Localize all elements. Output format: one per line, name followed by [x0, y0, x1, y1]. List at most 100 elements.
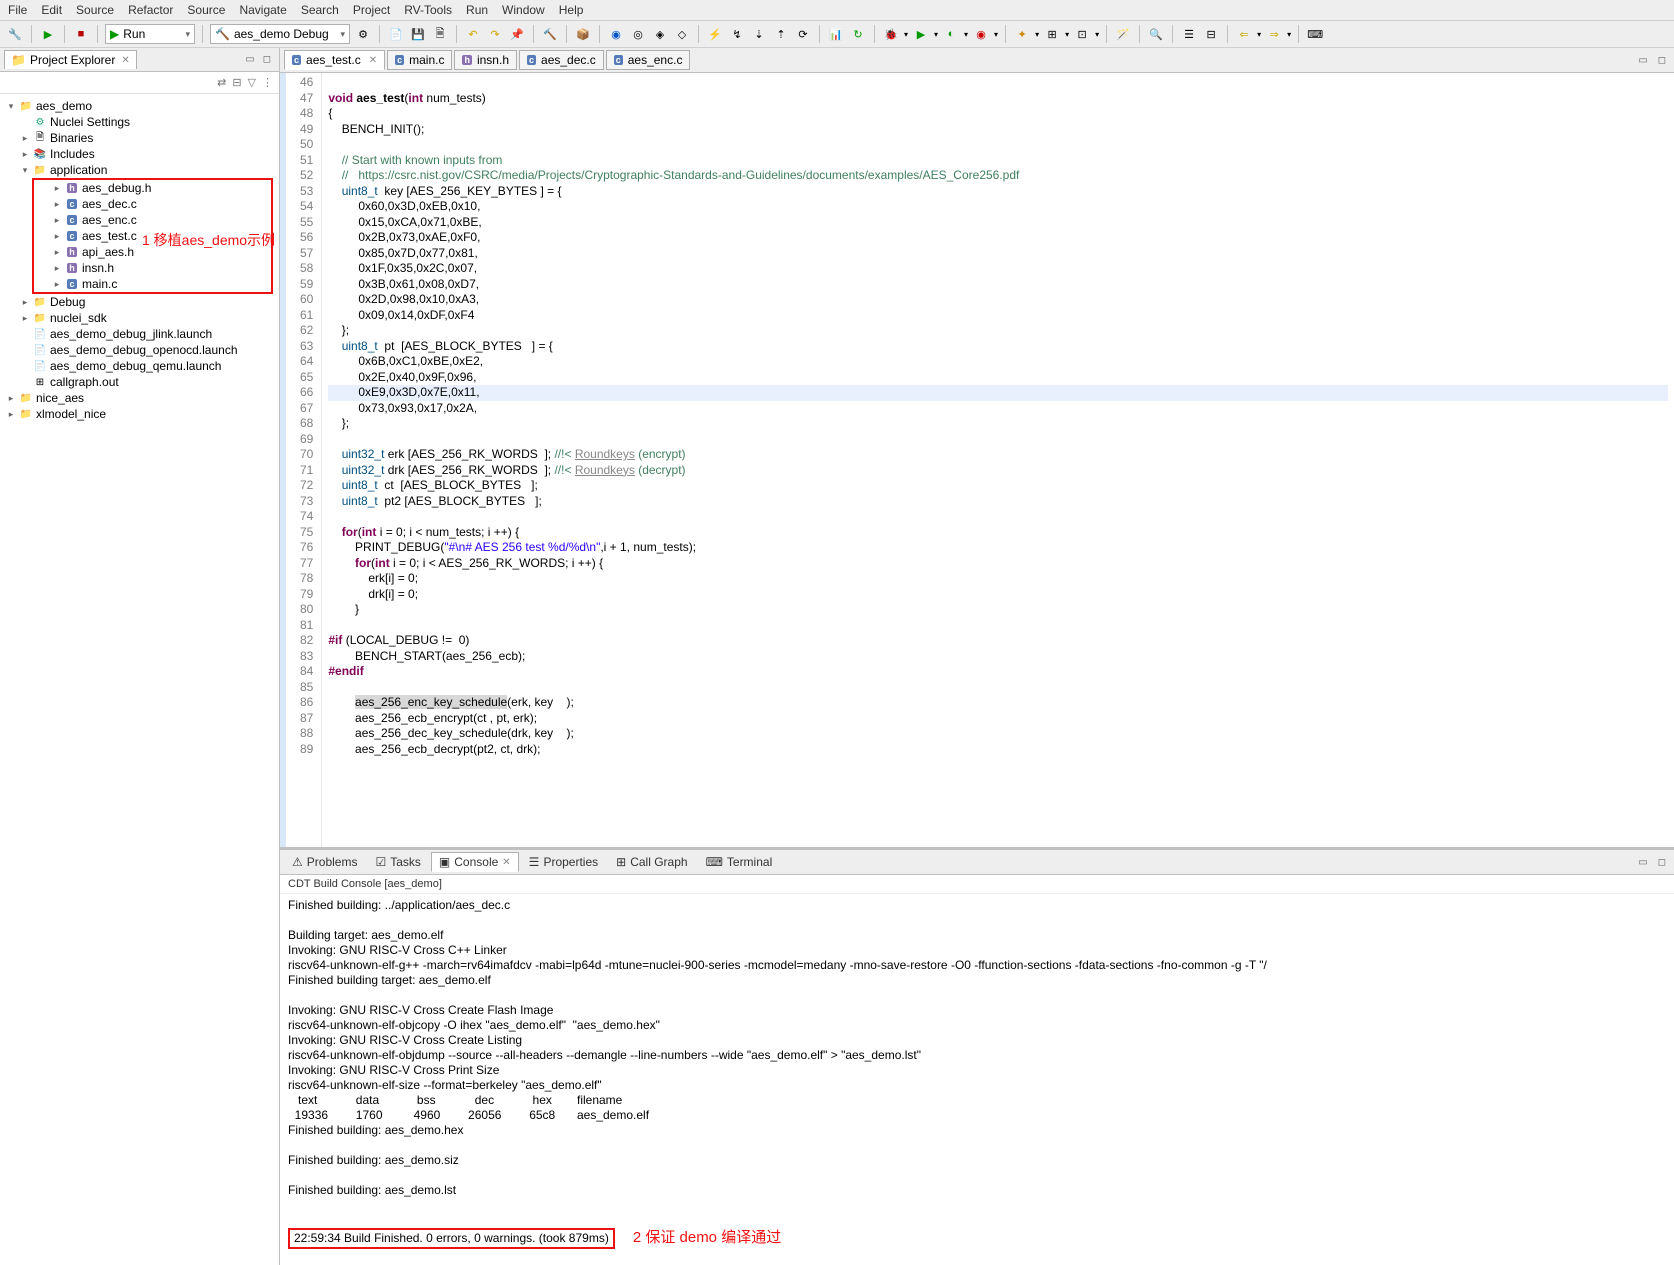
tab-terminal[interactable]: ⌨Terminal — [698, 852, 781, 872]
chip3-icon[interactable]: ◈ — [651, 25, 669, 43]
menu-source[interactable]: Source — [76, 3, 114, 17]
tab-tasks[interactable]: ☑Tasks — [367, 852, 428, 872]
file-aes_enc-c[interactable]: ▸caes_enc.c — [34, 212, 271, 228]
code-content[interactable]: void aes_test(int num_tests){ BENCH_INIT… — [322, 73, 1674, 847]
minimize-icon[interactable]: ▭ — [241, 54, 258, 65]
link-icon[interactable]: ⇄ — [217, 76, 226, 89]
c-file-icon: c — [395, 55, 404, 65]
save-icon[interactable]: 💾 — [409, 25, 427, 43]
close-icon[interactable]: ✕ — [369, 55, 377, 66]
close-icon[interactable]: ✕ — [121, 55, 129, 66]
nuclei-sdk-node[interactable]: ▸📁nuclei_sdk — [2, 310, 277, 326]
ext1-icon[interactable]: ✦ — [1013, 25, 1031, 43]
menu-rv-tools[interactable]: RV-Tools — [404, 3, 452, 17]
nav-fwd-icon[interactable]: ⇒ — [1265, 25, 1283, 43]
chip4-icon[interactable]: ◇ — [673, 25, 691, 43]
debug-node[interactable]: ▸📁Debug — [2, 294, 277, 310]
config-icon[interactable]: ⚙ — [354, 25, 372, 43]
new-icon[interactable]: 📄 — [387, 25, 405, 43]
menu-source[interactable]: Source — [187, 3, 225, 17]
tab-aes_dec-c[interactable]: caes_dec.c — [519, 50, 604, 70]
includes-node[interactable]: ▸📚Includes — [2, 146, 277, 162]
binaries-node[interactable]: ▸🗎Binaries — [2, 130, 277, 146]
run-icon[interactable]: ▶ — [39, 25, 57, 43]
tab-console[interactable]: ▣Console ✕ — [431, 852, 519, 872]
flash5-icon[interactable]: ⟳ — [794, 25, 812, 43]
save-all-icon[interactable]: 🗎 — [431, 25, 449, 43]
menu-help[interactable]: Help — [559, 3, 584, 17]
tab-main-c[interactable]: cmain.c — [387, 50, 452, 70]
menu-file[interactable]: File — [8, 3, 27, 17]
flash1-icon[interactable]: ⚡ — [706, 25, 724, 43]
back-icon[interactable]: ↶ — [464, 25, 482, 43]
coverage-icon[interactable]: ◐ — [942, 25, 960, 43]
tab-problems[interactable]: ⚠Problems — [284, 852, 365, 872]
file-aes_debug-h[interactable]: ▸haes_debug.h — [34, 180, 271, 196]
tab-call-graph[interactable]: ⊞Call Graph — [608, 852, 695, 872]
tab-aes_test-c[interactable]: caes_test.c✕ — [284, 50, 385, 70]
wand-icon[interactable]: 🪄 — [1114, 25, 1132, 43]
fwd-icon[interactable]: ↷ — [486, 25, 504, 43]
profile-icon[interactable]: ◉ — [972, 25, 990, 43]
minimize-icon[interactable]: ▭ — [1634, 55, 1651, 66]
maximize-icon[interactable]: ◻ — [259, 54, 275, 65]
main-toolbar: 🔧 ▶ ■ ▶Run▾ 🔨aes_demo Debug▾ ⚙ 📄 💾 🗎 ↶ ↷… — [0, 21, 1674, 48]
term-icon[interactable]: ⌨ — [1306, 25, 1324, 43]
file-aes_dec-c[interactable]: ▸caes_dec.c — [34, 196, 271, 212]
tab-properties[interactable]: ☰Properties — [521, 852, 606, 872]
flash2-icon[interactable]: ↯ — [728, 25, 746, 43]
ext3-icon[interactable]: ⊡ — [1073, 25, 1091, 43]
run2-icon[interactable]: ▶ — [912, 25, 930, 43]
tab-aes_enc-c[interactable]: caes_enc.c — [606, 50, 691, 70]
stop-icon[interactable]: ■ — [72, 25, 90, 43]
menu-window[interactable]: Window — [502, 3, 545, 17]
flash4-icon[interactable]: ⇡ — [772, 25, 790, 43]
inc-icon: 📚 — [33, 147, 47, 161]
maximize-icon[interactable]: ◻ — [1654, 857, 1670, 868]
toggle-icon[interactable]: ⊟ — [1202, 25, 1220, 43]
nuclei-settings[interactable]: ⚙Nuclei Settings — [2, 114, 277, 130]
explorer-tab[interactable]: 📁 Project Explorer ✕ — [4, 50, 137, 69]
search-icon[interactable]: 🔍 — [1147, 25, 1165, 43]
h-file-icon: h — [67, 247, 77, 257]
launch-file[interactable]: 📄aes_demo_debug_qemu.launch — [2, 358, 277, 374]
tab-insn-h[interactable]: hinsn.h — [454, 50, 517, 70]
file-main-c[interactable]: ▸cmain.c — [34, 276, 271, 292]
project-node[interactable]: ▾📁aes_demo — [2, 98, 277, 114]
collapse-icon[interactable]: ⊟ — [232, 76, 241, 89]
hammer-icon[interactable]: 🔨 — [541, 25, 559, 43]
xlmodel-node[interactable]: ▸📁xlmodel_nice — [2, 406, 277, 422]
filter-icon[interactable]: ▽ — [248, 76, 256, 89]
nav-back-icon[interactable]: ⇐ — [1235, 25, 1253, 43]
wrench-icon[interactable]: 🔧 — [6, 25, 24, 43]
menu-project[interactable]: Project — [353, 3, 390, 17]
run-config-combo[interactable]: ▶Run▾ — [105, 24, 195, 44]
flash3-icon[interactable]: ⇣ — [750, 25, 768, 43]
launch-file[interactable]: 📄aes_demo_debug_jlink.launch — [2, 326, 277, 342]
file-insn-h[interactable]: ▸hinsn.h — [34, 260, 271, 276]
debug-config-combo[interactable]: 🔨aes_demo Debug▾ — [210, 24, 350, 44]
menu-navigate[interactable]: Navigate — [239, 3, 286, 17]
minimize-icon[interactable]: ▭ — [1634, 857, 1651, 868]
graph-icon[interactable]: 📊 — [827, 25, 845, 43]
menu-run[interactable]: Run — [466, 3, 488, 17]
ext2-icon[interactable]: ⊞ — [1043, 25, 1061, 43]
pin-icon[interactable]: 📌 — [508, 25, 526, 43]
package-icon[interactable]: 📦 — [574, 25, 592, 43]
callgraph-file[interactable]: ⊞callgraph.out — [2, 374, 277, 390]
menu-edit[interactable]: Edit — [41, 3, 62, 17]
outline-icon[interactable]: ☰ — [1180, 25, 1198, 43]
code-editor[interactable]: 4647484950515253545556575859606162636465… — [280, 73, 1674, 847]
menu-search[interactable]: Search — [301, 3, 339, 17]
menu-icon[interactable]: ⋮ — [262, 76, 273, 89]
chip2-icon[interactable]: ◎ — [629, 25, 647, 43]
console-output[interactable]: Finished building: ../application/aes_de… — [280, 894, 1674, 1265]
refresh-icon[interactable]: ↻ — [849, 25, 867, 43]
chip-icon[interactable]: ◉ — [607, 25, 625, 43]
launch-file[interactable]: 📄aes_demo_debug_openocd.launch — [2, 342, 277, 358]
debug-icon[interactable]: 🐞 — [882, 25, 900, 43]
maximize-icon[interactable]: ◻ — [1654, 55, 1670, 66]
application-node[interactable]: ▾📁application — [2, 162, 277, 178]
menu-refactor[interactable]: Refactor — [128, 3, 173, 17]
nice-aes-node[interactable]: ▸📁nice_aes — [2, 390, 277, 406]
